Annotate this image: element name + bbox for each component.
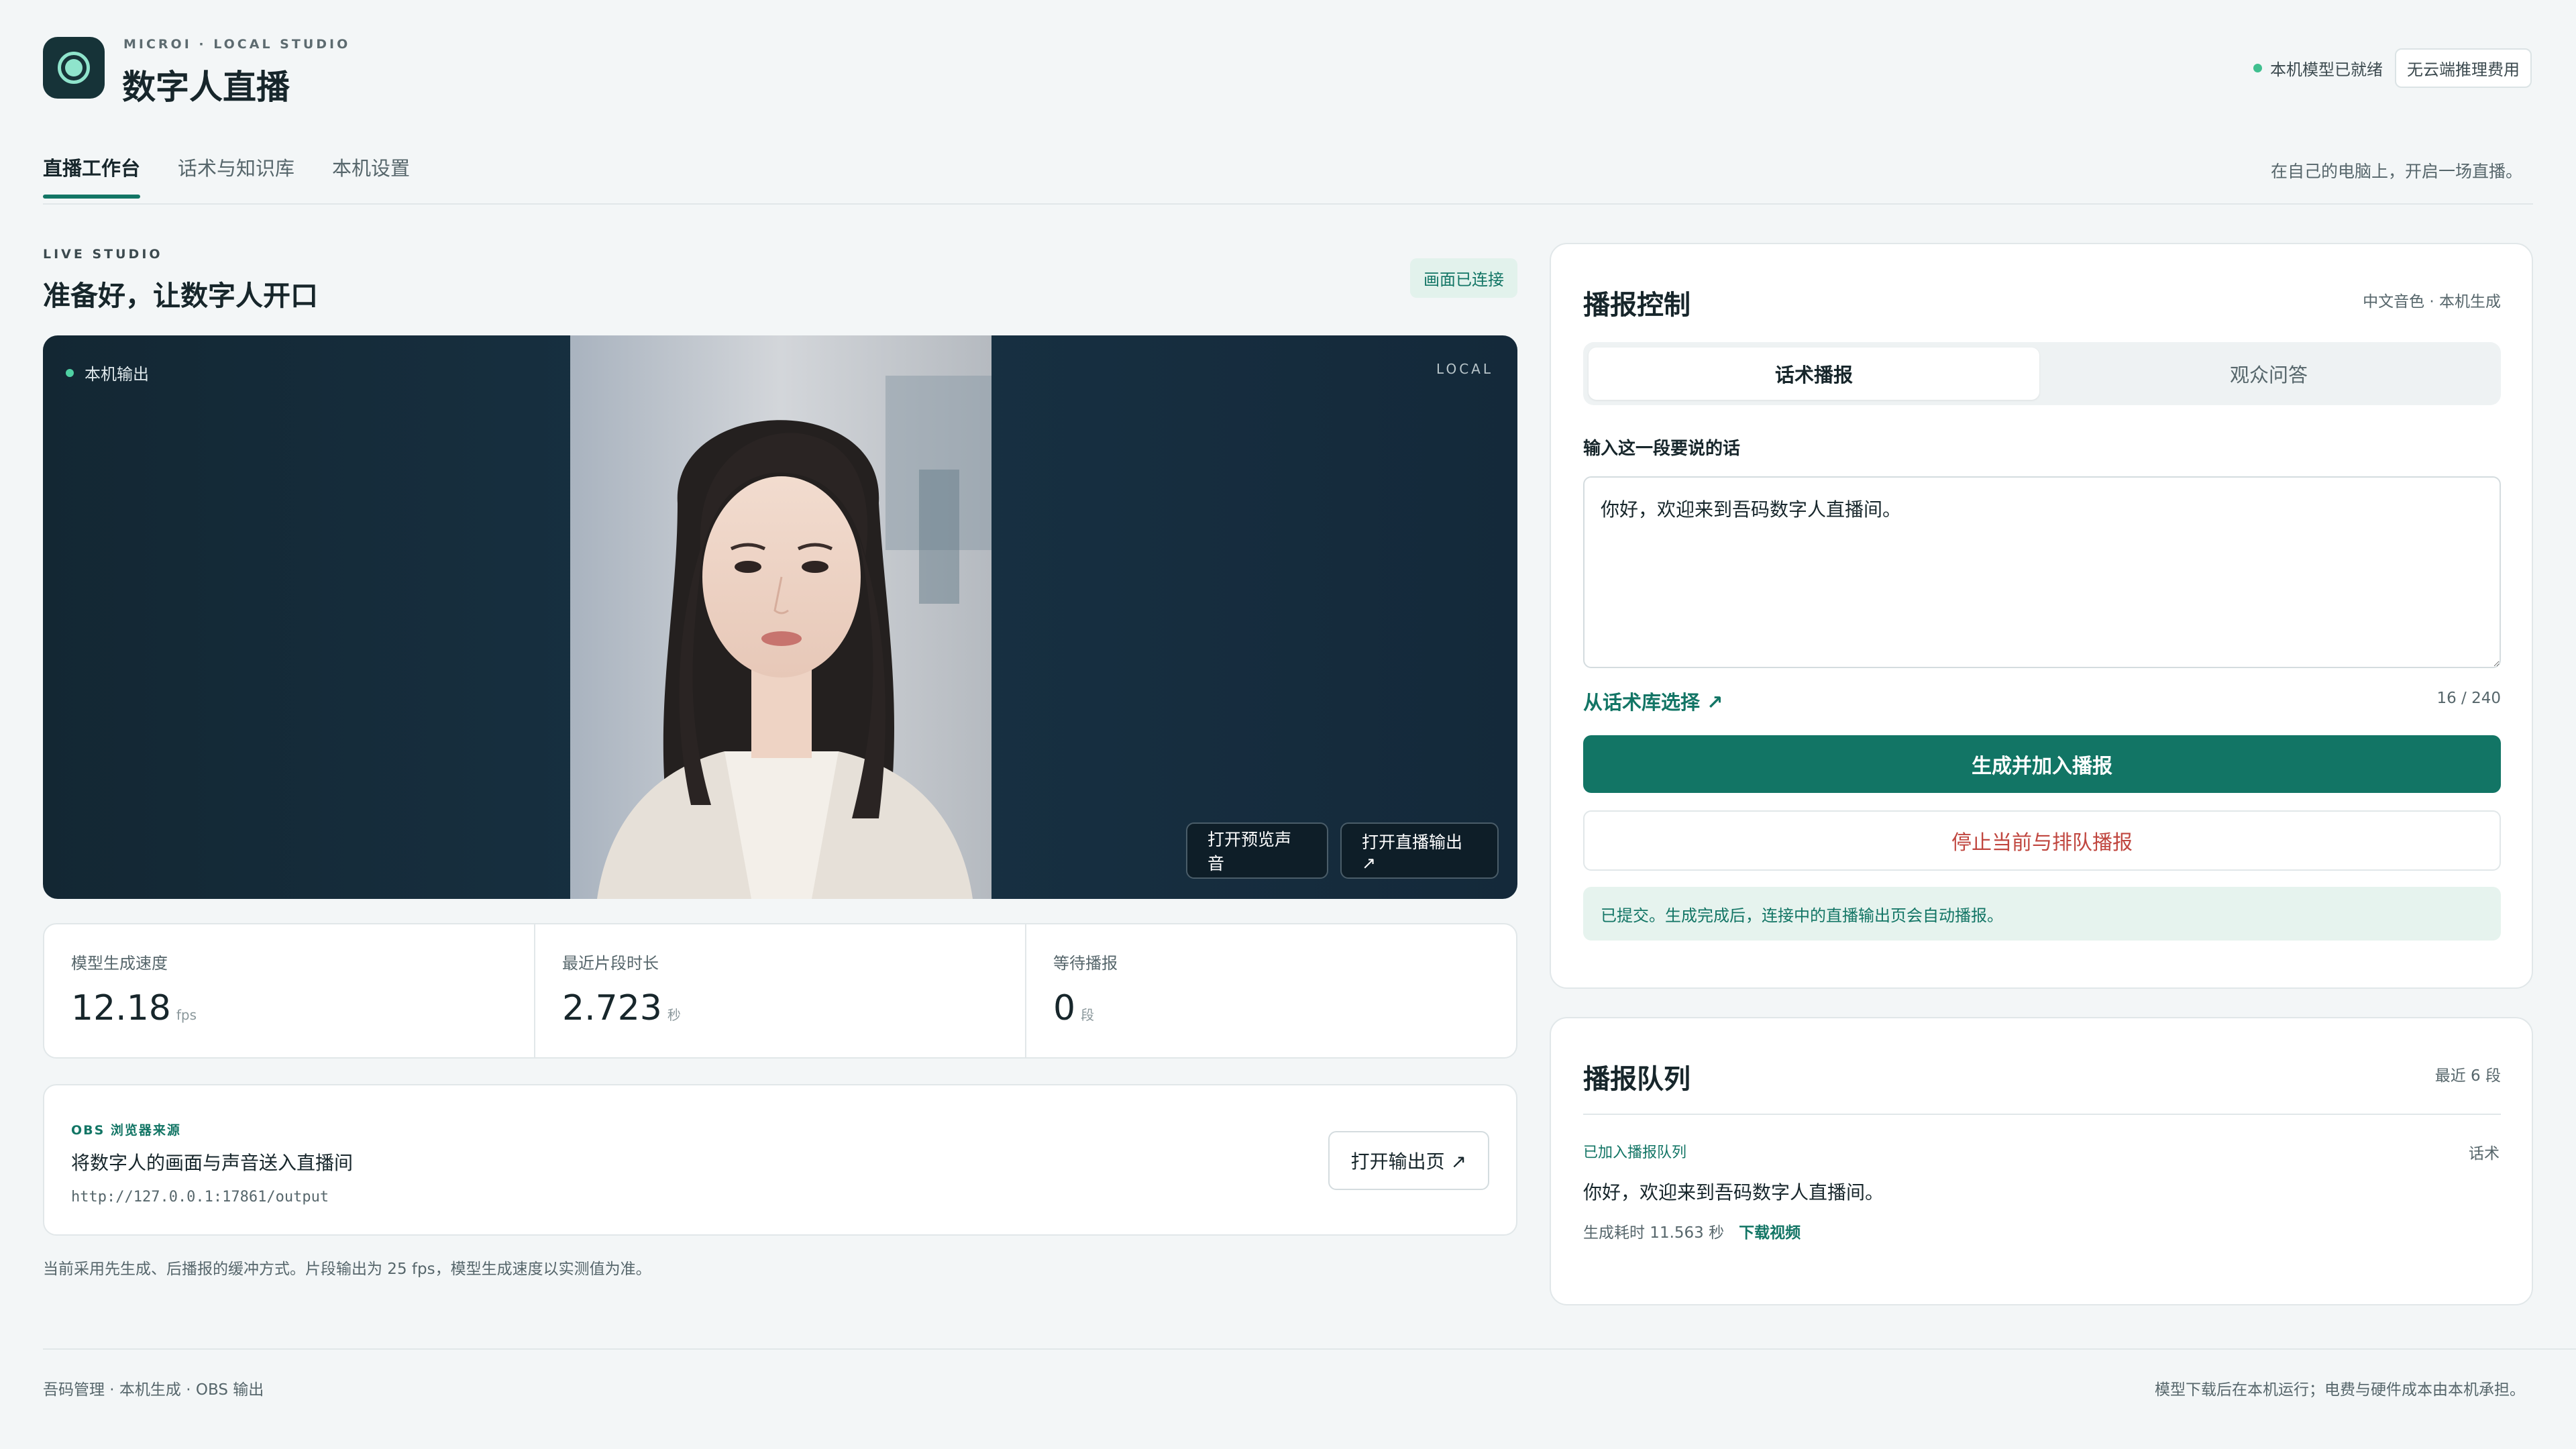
choose-from-library-link[interactable]: 从话术库选择 ↗ (1583, 687, 1723, 715)
footer-left: 吾码管理 · 本机生成 · OBS 输出 (43, 1381, 264, 1399)
buffer-note: 当前采用先生成、后播报的缓冲方式。片段输出为 25 fps，模型生成速度以实测值… (43, 1260, 651, 1278)
avatar-video (570, 335, 991, 899)
panel-title: 播报控制 (1583, 290, 1690, 321)
generate-and-queue-button[interactable]: 生成并加入播报 (1583, 735, 2501, 793)
mode-script-broadcast[interactable]: 话术播报 (1589, 347, 2039, 400)
tab-scripts-knowledge[interactable]: 话术与知识库 (178, 153, 294, 199)
queue-divider (1583, 1114, 2501, 1115)
app-title: 数字人直播 (122, 68, 290, 107)
model-status: 本机模型已就绪 (2253, 56, 2383, 80)
footer-right: 模型下载后在本机运行；电费与硬件成本由本机承担。 (2155, 1381, 2525, 1399)
obs-source-card: OBS 浏览器来源 将数字人的画面与声音送入直播间 http://127.0.0… (43, 1084, 1517, 1236)
mode-segmented-control: 话术播报 观众问答 (1583, 342, 2501, 405)
queue-title: 播报队列 (1583, 1064, 1690, 1095)
metric-value: 0 (1053, 988, 1076, 1028)
tagline: 在自己的电脑上，开启一场直播。 (2270, 162, 2522, 181)
open-live-output-button[interactable]: 打开直播输出 ↗ (1340, 822, 1499, 879)
queue-item-meta: 生成耗时 11.563 秒 下载视频 (1583, 1220, 1801, 1242)
obs-title: 将数字人的画面与声音送入直播间 (71, 1152, 354, 1174)
main-tabs: 直播工作台 话术与知识库 本机设置 (43, 153, 410, 199)
model-status-label: 本机模型已就绪 (2270, 60, 2383, 79)
stage-local-tag: LOCAL (1436, 361, 1493, 377)
status-dot-icon (2253, 64, 2262, 72)
stage-output-text: 本机输出 (85, 365, 149, 384)
obs-url[interactable]: http://127.0.0.1:17861/output (71, 1189, 329, 1205)
metric-pending: 等待播报 0段 (1026, 924, 1516, 1057)
tab-live-workbench[interactable]: 直播工作台 (43, 153, 141, 199)
stop-broadcast-button[interactable]: 停止当前与排队播报 (1583, 810, 2501, 871)
video-stage: 本机输出 LOCAL 打开预览声音 打开直播输出 ↗ (43, 335, 1517, 899)
char-count: 16 / 240 (2436, 690, 2501, 707)
obs-eyebrow: OBS 浏览器来源 (71, 1123, 181, 1138)
queue-item-status: 已加入播报队列 (1583, 1144, 1687, 1161)
speech-input-label: 输入这一段要说的话 (1583, 439, 1741, 459)
connection-badge: 画面已连接 (1410, 258, 1517, 298)
metric-unit: fps (176, 1007, 197, 1023)
metric-value: 2.723 (562, 988, 662, 1028)
live-dot-icon (66, 368, 74, 377)
brand-subtitle: MICROI · LOCAL STUDIO (123, 37, 351, 52)
open-output-page-button[interactable]: 打开输出页 ↗ (1328, 1131, 1489, 1190)
broadcast-queue-panel: 播报队列 最近 6 段 已加入播报队列 话术 你好，欢迎来到吾码数字人直播间。 … (1550, 1017, 2533, 1305)
metric-label: 最近片段时长 (562, 954, 659, 973)
metrics-bar: 模型生成速度 12.18 fps 最近片段时长 2.723 秒 等待播报 0段 (43, 923, 1517, 1059)
metric-gen-speed: 模型生成速度 12.18 fps (44, 924, 535, 1057)
metric-value: 12.18 (71, 988, 171, 1028)
logo-dot-icon (65, 59, 83, 76)
download-video-link[interactable]: 下载视频 (1739, 1220, 1801, 1242)
queue-item-time: 生成耗时 11.563 秒 (1583, 1224, 1725, 1242)
broadcast-control-panel: 播报控制 中文音色 · 本机生成 话术播报 观众问答 输入这一段要说的话 你好，… (1550, 243, 2533, 989)
metric-label: 等待播报 (1053, 954, 1118, 973)
avatar-portrait-image (570, 335, 991, 899)
metric-label: 模型生成速度 (71, 954, 168, 973)
queue-meta: 最近 6 段 (2434, 1067, 2501, 1085)
queue-item-text: 你好，欢迎来到吾码数字人直播间。 (1583, 1181, 1884, 1203)
stage-output-label: 本机输出 (66, 361, 149, 384)
metric-unit: 秒 (667, 1007, 681, 1023)
panel-meta: 中文音色 · 本机生成 (2363, 293, 2501, 311)
app-logo (43, 37, 105, 99)
studio-eyebrow: LIVE STUDIO (43, 247, 163, 262)
metric-segment-length: 最近片段时长 2.723 秒 (535, 924, 1026, 1057)
cost-chip: 无云端推理费用 (2395, 48, 2532, 88)
header-status: 本机模型已就绪 无云端推理费用 (2253, 48, 2532, 88)
tab-local-settings[interactable]: 本机设置 (332, 153, 410, 199)
header-divider (43, 203, 2533, 205)
mode-audience-qa[interactable]: 观众问答 (2042, 347, 2496, 400)
metric-unit: 段 (1081, 1007, 1095, 1023)
queue-item-type: 话术 (2469, 1145, 2500, 1163)
speech-textarea[interactable]: 你好，欢迎来到吾码数字人直播间。 (1583, 476, 2501, 668)
submit-info-message: 已提交。生成完成后，连接中的直播输出页会自动播报。 (1583, 887, 2501, 941)
open-preview-audio-button[interactable]: 打开预览声音 (1186, 822, 1328, 879)
footer-divider (43, 1348, 2576, 1350)
studio-title: 准备好，让数字人开口 (43, 280, 318, 312)
